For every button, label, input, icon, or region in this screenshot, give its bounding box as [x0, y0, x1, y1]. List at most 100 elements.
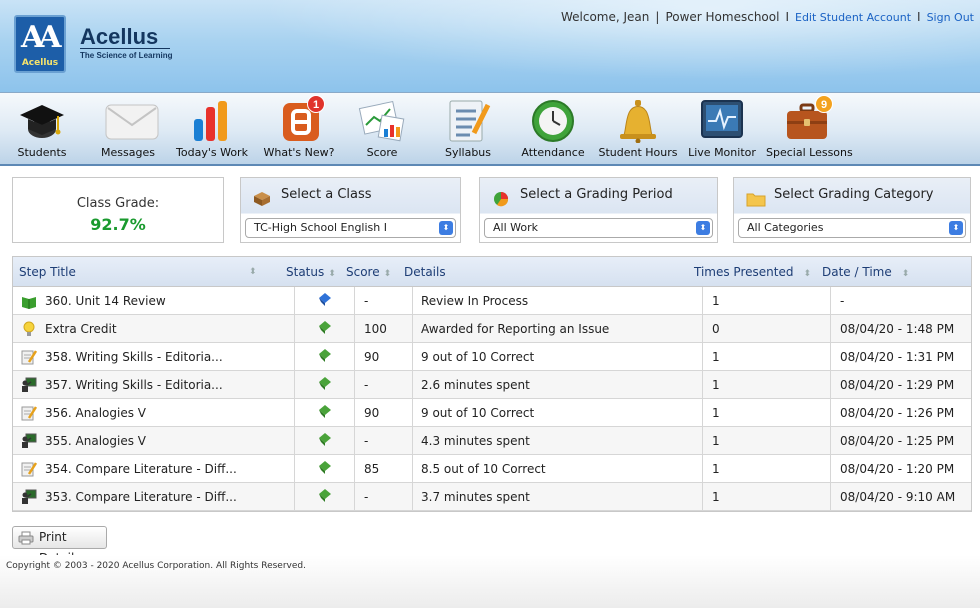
panel-header: Select a Grading Period [480, 178, 717, 212]
sort-icon: ⬍ [803, 269, 812, 279]
table-row[interactable]: 358. Writing Skills - Editoria... 90 9 out… [13, 343, 971, 371]
monitor-icon [698, 99, 746, 143]
cell-divider [354, 315, 355, 343]
cell-divider [412, 455, 413, 483]
toolbar-attendance[interactable]: Attendance [520, 99, 586, 159]
toolbar-student-hours[interactable]: Student Hours [598, 99, 678, 159]
toolbar-todays-work[interactable]: Today's Work [175, 99, 249, 159]
table-row[interactable]: 360. Unit 14 Review - Review In Process 1 - [13, 287, 971, 315]
cell-divider [702, 483, 703, 511]
header-label: Date / Time [822, 265, 892, 279]
class-select[interactable]: TC-High School English I ⬍ [245, 218, 456, 238]
lecture-icon [21, 433, 37, 449]
details-text: 8.5 out of 10 Correct [421, 462, 546, 476]
score-value: - [364, 378, 369, 392]
toolbar-score[interactable]: Score [354, 99, 410, 159]
table-row[interactable]: 353. Compare Literature - Diff... - 3.7 mi… [13, 483, 971, 511]
sign-out-link[interactable]: Sign Out [927, 11, 974, 24]
folder-icon [746, 187, 766, 207]
copyright-text: Copyright © 2003 - 2020 Acellus Corporat… [6, 561, 306, 571]
column-details[interactable]: Details [404, 257, 446, 287]
grading-period-select[interactable]: All Work ⬍ [484, 218, 713, 238]
panel-title: Select a Class [281, 187, 372, 202]
header-label: Score [346, 265, 380, 279]
table-row[interactable]: 356. Analogies V 90 9 out of 10 Correct 1 08… [13, 399, 971, 427]
bar-chart-icon [188, 99, 236, 143]
toolbar-special-lessons[interactable]: 9 Special Lessons [766, 95, 853, 159]
column-step-title[interactable]: Step Title ⬍ [19, 257, 269, 287]
step-title[interactable]: 355. Analogies V [45, 427, 146, 455]
toolbar-label: Live Monitor [688, 146, 756, 159]
lecture-icon [21, 489, 37, 505]
date-time: 08/04/20 - 1:48 PM [840, 322, 955, 336]
acellus-logo[interactable]: AA Acellus [14, 15, 66, 73]
toolbar-messages[interactable]: Messages [98, 99, 159, 159]
step-title[interactable]: 353. Compare Literature - Diff... [45, 483, 237, 511]
step-title[interactable]: 360. Unit 14 Review [45, 287, 166, 315]
clock-icon [529, 99, 577, 143]
cell-divider [294, 483, 295, 511]
logo-letters: AA [21, 20, 61, 55]
pencil-paper-icon [21, 461, 38, 477]
column-times-presented[interactable]: Times Presented ⬍ [694, 257, 811, 287]
details-text: 4.3 minutes spent [421, 434, 530, 448]
toolbar-label: Special Lessons [766, 146, 853, 159]
brand-name: Acellus [80, 24, 159, 49]
syllabus-list-icon [444, 99, 492, 143]
step-title[interactable]: 356. Analogies V [45, 399, 146, 427]
date-time: 08/04/20 - 1:29 PM [840, 378, 955, 392]
cell-divider [412, 483, 413, 511]
cell-divider [294, 455, 295, 483]
header-label: Step Title [19, 265, 76, 279]
grading-category-select-value: All Categories [747, 221, 824, 234]
column-date-time[interactable]: Date / Time ⬍ [822, 257, 909, 287]
separator: I [785, 10, 789, 24]
steps-table: Step Title ⬍ Status ⬍ Score ⬍ Details Times… [12, 256, 972, 512]
toolbar-live-monitor[interactable]: Live Monitor [688, 99, 756, 159]
toolbar-label: Students [17, 146, 67, 159]
toolbar-syllabus[interactable]: Syllabus [440, 99, 496, 159]
cell-divider [702, 371, 703, 399]
toolbar-label: What's New? [263, 146, 335, 159]
panel-title: Select Grading Category [774, 187, 934, 202]
chevron-updown-icon: ⬍ [439, 221, 453, 235]
toolbar-label: Student Hours [598, 146, 678, 159]
toolbar-label: Messages [101, 146, 155, 159]
print-details-button[interactable]: Print Details [12, 526, 107, 565]
toolbar-students[interactable]: Students [14, 99, 70, 159]
grading-category-select[interactable]: All Categories ⬍ [738, 218, 966, 238]
notification-badge: 1 [307, 95, 325, 113]
cell-divider [702, 315, 703, 343]
status-green-icon [319, 489, 331, 503]
step-title[interactable]: 358. Writing Skills - Editoria... [45, 343, 223, 371]
step-title[interactable]: 354. Compare Literature - Diff... [45, 455, 237, 483]
column-status[interactable]: Status ⬍ [286, 257, 336, 287]
table-row[interactable]: 357. Writing Skills - Editoria... - 2.6 mi… [13, 371, 971, 399]
table-row[interactable]: Extra Credit 100 Awarded for Reporting an … [13, 315, 971, 343]
pie-chart-icon [492, 187, 510, 207]
cell-divider [294, 343, 295, 371]
step-title[interactable]: 357. Writing Skills - Editoria... [45, 371, 223, 399]
table-row[interactable]: 354. Compare Literature - Diff... 85 8.5 o… [13, 455, 971, 483]
sort-icon: ⬍ [901, 269, 910, 279]
cell-divider [702, 399, 703, 427]
toolbar-label: Attendance [521, 146, 585, 159]
cell-divider [294, 287, 295, 315]
cell-divider [294, 371, 295, 399]
cell-divider [702, 287, 703, 315]
cell-divider [412, 399, 413, 427]
edit-student-account-link[interactable]: Edit Student Account [795, 11, 911, 24]
lightbulb-icon [21, 321, 37, 337]
top-links: Welcome, Jean | Power Homeschool I Edit Stud… [561, 10, 974, 24]
cell-divider [354, 399, 355, 427]
grading-period-select-value: All Work [493, 221, 538, 234]
class-select-value: TC-High School English I [254, 221, 387, 234]
step-title[interactable]: Extra Credit [45, 315, 117, 343]
table-row[interactable]: 355. Analogies V - 4.3 minutes spent 1 08/04… [13, 427, 971, 455]
score-value: 85 [364, 462, 380, 476]
graduation-cap-icon [18, 99, 66, 143]
panel-header: Select a Class [241, 178, 460, 212]
pencil-paper-icon [21, 405, 38, 421]
toolbar-whats-new[interactable]: 1 What's New? [262, 95, 336, 159]
column-score[interactable]: Score ⬍ [346, 257, 391, 287]
